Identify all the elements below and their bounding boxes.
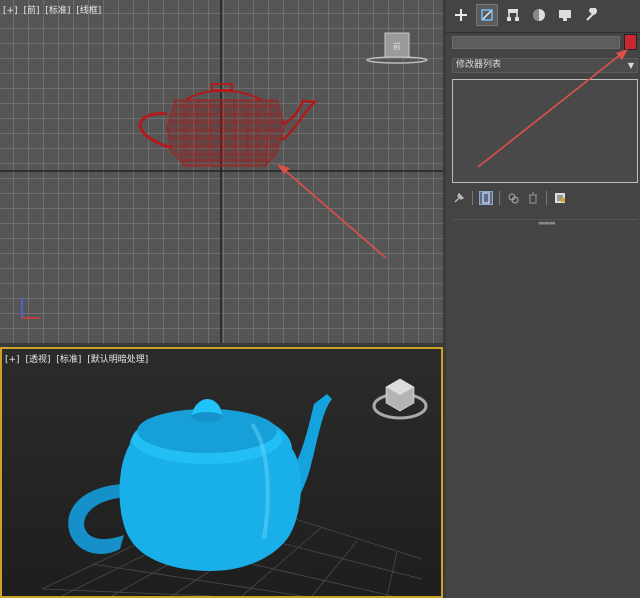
utilities-tab[interactable] [580, 4, 602, 26]
teapot-wireframe[interactable] [138, 83, 319, 167]
toolbar-divider [546, 191, 547, 205]
stack-toolbar [452, 188, 567, 208]
pin-icon [454, 192, 465, 203]
axis-tripod-icon [21, 298, 40, 319]
toolbar-divider [499, 191, 500, 205]
trash-icon [529, 192, 537, 204]
teapot-shaded[interactable] [68, 394, 332, 571]
configure-icon [555, 193, 565, 203]
show-end-result-button[interactable] [479, 191, 493, 205]
pin-stack-button[interactable] [452, 191, 466, 205]
motion-icon [533, 9, 545, 21]
make-unique-icon [508, 193, 519, 204]
perspective-viewport[interactable]: [+] [透视] [标准] [默认明暗处理] [0, 347, 443, 598]
chevron-down-icon: ▼ [627, 61, 634, 70]
modify-tab[interactable] [476, 4, 498, 26]
display-icon [559, 10, 571, 21]
show-end-result-icon [482, 192, 490, 204]
front-viewport[interactable]: [+] [前] [标准] [线框] 前 [0, 0, 443, 343]
front-viewport-scene: 前 [0, 0, 443, 343]
perspective-viewport-scene [41, 378, 428, 596]
viewcube-icon[interactable]: 前 [366, 32, 428, 64]
command-panel: 修改器列表 ▼ ▬▬▬ [446, 0, 640, 598]
make-unique-button[interactable] [506, 191, 520, 205]
modifier-list-label: 修改器列表 [456, 60, 502, 70]
hierarchy-icon [507, 9, 519, 21]
panel-grip-icon[interactable]: ▬▬▬ [538, 219, 556, 227]
svg-text:前: 前 [393, 41, 401, 51]
modifier-stack[interactable] [452, 79, 638, 183]
utilities-icon [586, 8, 597, 21]
remove-modifier-button[interactable] [526, 191, 540, 205]
object-name-field[interactable] [452, 36, 620, 49]
modifier-list-dropdown[interactable]: 修改器列表 ▼ [452, 58, 638, 73]
create-tab[interactable] [450, 4, 472, 26]
command-panel-tabs [446, 0, 640, 33]
modify-icon [481, 9, 493, 21]
hierarchy-tab[interactable] [502, 4, 524, 26]
object-color-swatch[interactable] [624, 34, 637, 50]
viewcube-icon[interactable] [372, 378, 428, 420]
configure-modifier-sets-button[interactable] [553, 191, 567, 205]
display-tab[interactable] [554, 4, 576, 26]
toolbar-divider [472, 191, 473, 205]
create-icon [455, 9, 467, 21]
motion-tab[interactable] [528, 4, 550, 26]
